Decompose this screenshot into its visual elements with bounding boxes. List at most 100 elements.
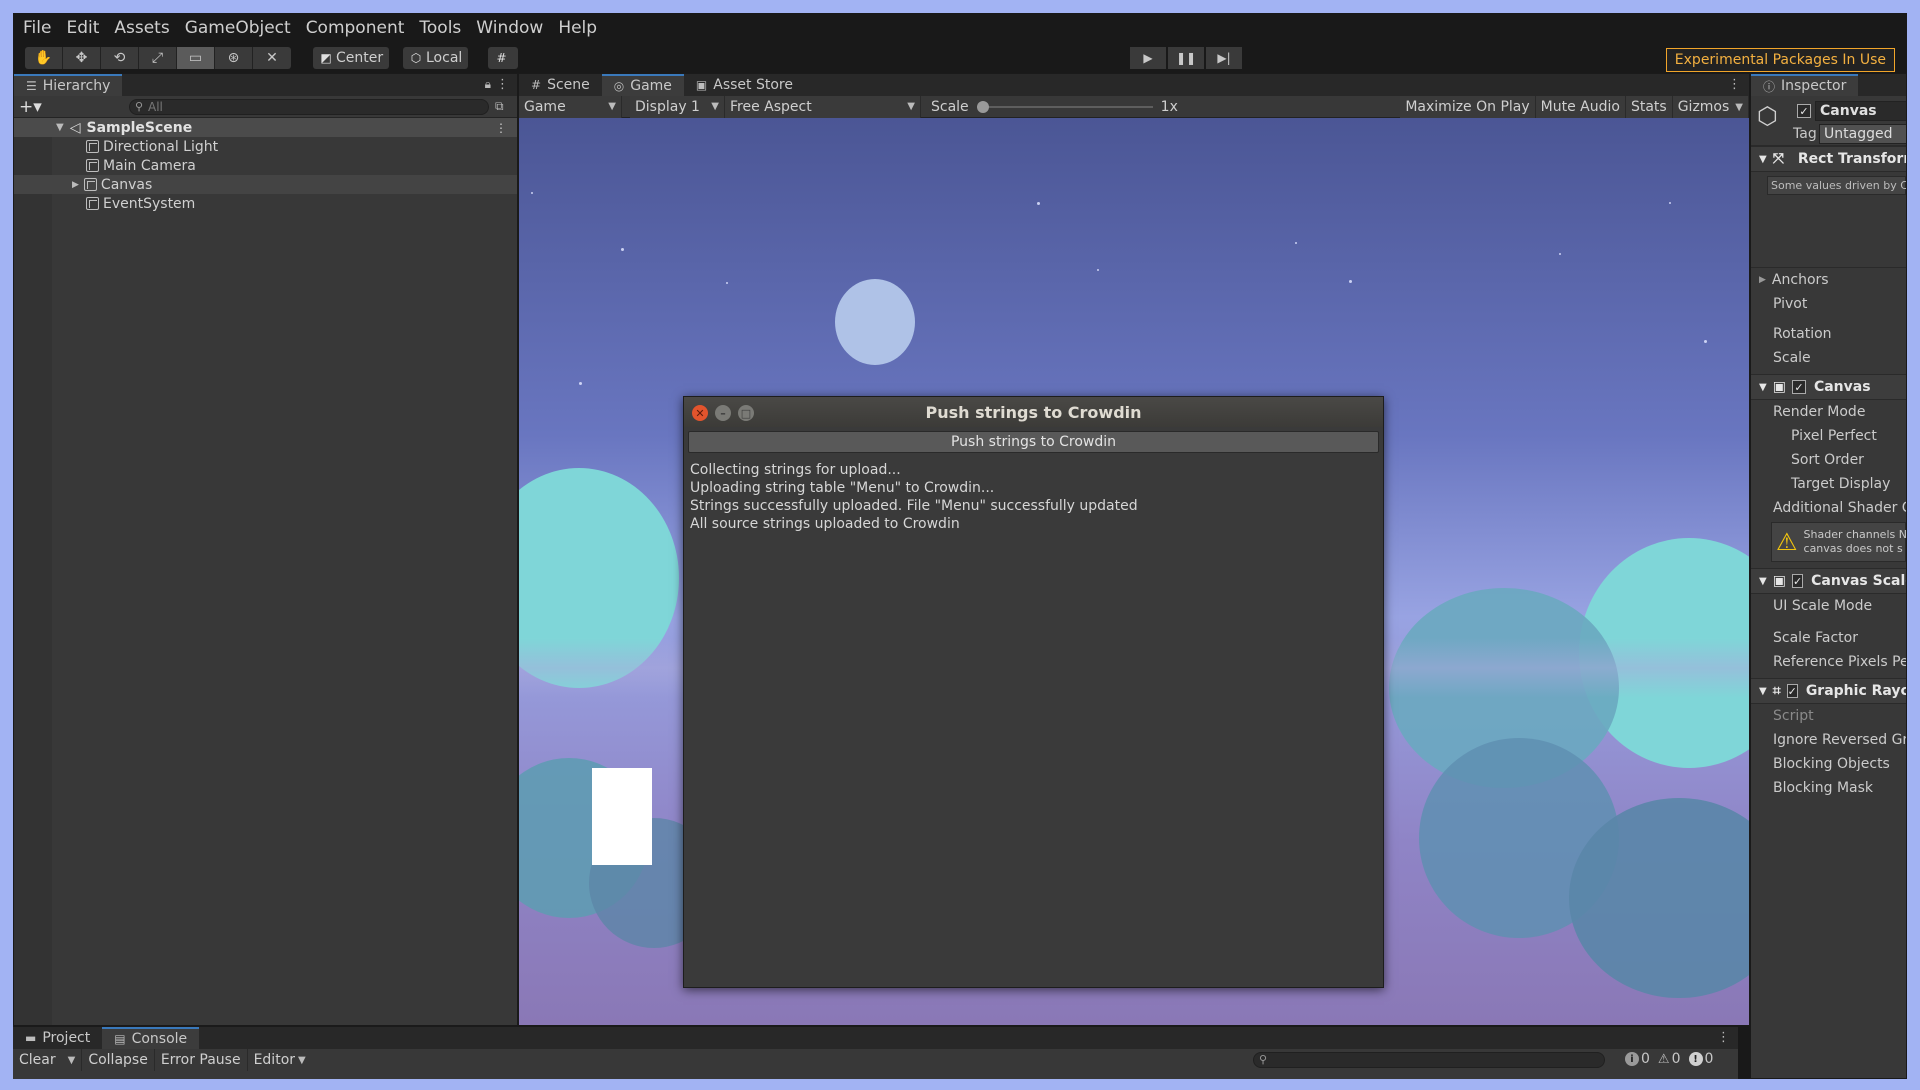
transform-tool-icon[interactable]: ⊛ bbox=[215, 47, 253, 69]
create-add-icon[interactable]: +▾ bbox=[19, 97, 49, 117]
clear-label: Clear bbox=[19, 1052, 56, 1068]
clear-button[interactable]: Clear ▼ bbox=[13, 1049, 83, 1071]
kebab-menu-icon[interactable]: ⋮ bbox=[496, 77, 509, 92]
pivot-center-button[interactable]: ◩ Center bbox=[313, 47, 390, 69]
dialog-titlebar: ✕ – □ Push strings to Crowdin bbox=[684, 397, 1383, 427]
console-kebab-icon[interactable]: ⋮ bbox=[1717, 1030, 1730, 1045]
hierarchy-item-directional-light[interactable]: Directional Light bbox=[14, 137, 517, 156]
custom-tool-icon[interactable]: ✕ bbox=[253, 47, 291, 69]
rect-tool-icon[interactable]: ▭ bbox=[177, 47, 215, 69]
move-tool-icon[interactable]: ✥ bbox=[63, 47, 101, 69]
hierarchy-scene-row[interactable]: ▼ ◁ SampleScene ⋮ bbox=[14, 118, 517, 137]
tab-asset-store[interactable]: ▣ Asset Store bbox=[683, 74, 805, 96]
graphic-raycaster-icon: ⌗ bbox=[1772, 683, 1781, 699]
step-icon[interactable]: ▶| bbox=[1206, 47, 1242, 69]
scale-value: 1x bbox=[1160, 98, 1178, 115]
grid-snap-button[interactable]: # bbox=[488, 47, 518, 69]
console-icon: ▤ bbox=[114, 1032, 126, 1046]
object-name-field[interactable]: Canvas bbox=[1815, 101, 1906, 121]
rotate-tool-icon[interactable]: ⟲ bbox=[101, 47, 139, 69]
close-icon[interactable]: ✕ bbox=[692, 405, 708, 421]
push-strings-button[interactable]: Push strings to Crowdin bbox=[688, 431, 1379, 453]
console-toolbar: Clear ▼ Collapse Error Pause Editor ▼ ⚲ … bbox=[13, 1049, 1738, 1071]
tab-hierarchy[interactable]: ☰ Hierarchy bbox=[14, 74, 123, 96]
star-shape bbox=[1669, 202, 1671, 204]
tab-console[interactable]: ▤ Console bbox=[102, 1027, 200, 1049]
info-count-toggle[interactable]: i 0 bbox=[1625, 1051, 1650, 1067]
menu-help[interactable]: Help bbox=[558, 18, 597, 38]
collapse-toggle[interactable]: Collapse bbox=[82, 1049, 155, 1071]
canvas-scaler-title: Canvas Scaler bbox=[1811, 573, 1906, 589]
graphic-raycaster-header[interactable]: ▼ ⌗ ✓ Graphic Rayca bbox=[1751, 678, 1906, 704]
hierarchy-search-input[interactable]: ⚲ All bbox=[129, 98, 489, 115]
tab-scene[interactable]: # Scene bbox=[519, 74, 602, 96]
tag-label: Tag bbox=[1793, 126, 1817, 142]
menu-edit[interactable]: Edit bbox=[66, 18, 99, 38]
canvas-enabled-checkbox[interactable]: ✓ bbox=[1791, 380, 1806, 394]
scene-kebab-icon[interactable]: ⋮ bbox=[495, 121, 507, 135]
menu-tools[interactable]: Tools bbox=[419, 18, 461, 38]
warning-count-toggle[interactable]: ⚠ 0 bbox=[1658, 1051, 1681, 1067]
menu-component[interactable]: Component bbox=[306, 18, 405, 38]
chevron-down-icon[interactable]: ▼ bbox=[68, 1055, 76, 1066]
menu-assets[interactable]: Assets bbox=[114, 18, 169, 38]
driven-values-note: Some values driven by Ca bbox=[1767, 176, 1906, 195]
graphic-raycaster-checkbox[interactable]: ✓ bbox=[1786, 684, 1798, 698]
error-count: 0 bbox=[1704, 1051, 1714, 1067]
hand-tool-icon[interactable]: ✋ bbox=[25, 47, 63, 69]
display-mode-dropdown[interactable]: Game ▼ bbox=[519, 95, 622, 118]
anchors-label: Anchors bbox=[1771, 272, 1829, 288]
game-tab-label: Game bbox=[630, 78, 672, 94]
menu-gameobject[interactable]: GameObject bbox=[185, 18, 291, 38]
scale-tool-icon[interactable]: ⤢ bbox=[139, 47, 177, 69]
scale-slider[interactable] bbox=[976, 100, 1153, 113]
scene-visibility-icon[interactable]: ⧉ bbox=[495, 99, 504, 114]
mute-audio-toggle[interactable]: Mute Audio bbox=[1535, 96, 1626, 118]
blocking-objects-label: Blocking Objects bbox=[1773, 756, 1890, 772]
rect-transform-header[interactable]: ▼ ⤧ Rect Transform bbox=[1751, 146, 1906, 172]
object-active-checkbox[interactable]: ✓ bbox=[1797, 104, 1811, 118]
menu-file[interactable]: File bbox=[23, 18, 51, 38]
console-search-input[interactable]: ⚲ bbox=[1253, 1052, 1605, 1068]
experimental-packages-badge[interactable]: Experimental Packages In Use bbox=[1665, 48, 1895, 72]
maximize-on-play-toggle[interactable]: Maximize On Play bbox=[1400, 96, 1536, 118]
maximize-icon[interactable]: □ bbox=[738, 405, 754, 421]
pause-icon[interactable]: ❚❚ bbox=[1168, 47, 1204, 69]
center-label: Center bbox=[336, 50, 384, 66]
tab-project[interactable]: ▬ Project bbox=[13, 1027, 103, 1049]
unity-scene-icon: ◁ bbox=[69, 119, 81, 136]
menu-window[interactable]: Window bbox=[476, 18, 543, 38]
error-pause-toggle[interactable]: Error Pause bbox=[155, 1049, 248, 1071]
tag-dropdown[interactable]: Untagged bbox=[1819, 124, 1906, 144]
center-kebab-icon[interactable]: ⋮ bbox=[1728, 77, 1741, 92]
editor-dropdown[interactable]: Editor ▼ bbox=[248, 1049, 312, 1071]
canvas-component-header[interactable]: ▼ ▣ ✓ Canvas bbox=[1751, 374, 1906, 400]
anchors-foldout[interactable]: ▶ Anchors bbox=[1751, 268, 1906, 292]
error-count-toggle[interactable]: ! 0 bbox=[1688, 1051, 1714, 1067]
aspect-dropdown[interactable]: Free Aspect ▼ bbox=[725, 95, 921, 118]
play-icon[interactable]: ▶ bbox=[1130, 47, 1166, 69]
crowdin-push-dialog: ✕ – □ Push strings to Crowdin Push strin… bbox=[683, 396, 1384, 988]
canvas-scaler-checkbox[interactable]: ✓ bbox=[1791, 574, 1804, 588]
folder-icon: ▬ bbox=[25, 1031, 37, 1045]
gizmos-toggle[interactable]: Gizmos ▼ bbox=[1672, 96, 1749, 118]
slider-handle[interactable] bbox=[976, 100, 989, 113]
star-shape bbox=[1559, 253, 1561, 255]
display-dropdown[interactable]: Display 1 ▼ bbox=[630, 95, 725, 118]
log-line: Collecting strings for upload... bbox=[690, 462, 901, 478]
dialog-title: Push strings to Crowdin bbox=[925, 402, 1142, 422]
pivot-local-button[interactable]: ⬡ Local bbox=[403, 47, 469, 69]
lock-icon[interactable]: 🔒︎ bbox=[485, 77, 491, 92]
hierarchy-item-main-camera[interactable]: Main Camera bbox=[14, 156, 517, 175]
minimize-icon[interactable]: – bbox=[715, 405, 731, 421]
chevron-right-icon[interactable]: ▶ bbox=[72, 180, 79, 190]
hierarchy-item-canvas[interactable]: ▶ Canvas bbox=[14, 175, 517, 194]
graphic-raycaster-title: Graphic Rayca bbox=[1805, 683, 1906, 699]
stats-toggle[interactable]: Stats bbox=[1625, 96, 1673, 118]
rect-transform-icon: ⤧ bbox=[1772, 151, 1784, 167]
chevron-down-icon[interactable]: ▼ bbox=[56, 122, 64, 133]
hierarchy-item-eventsystem[interactable]: EventSystem bbox=[14, 194, 517, 213]
tab-game[interactable]: ◎ Game bbox=[601, 74, 684, 96]
tab-inspector[interactable]: ⓘ Inspector bbox=[1751, 74, 1859, 96]
canvas-scaler-header[interactable]: ▼ ▣ ✓ Canvas Scaler bbox=[1751, 568, 1906, 594]
